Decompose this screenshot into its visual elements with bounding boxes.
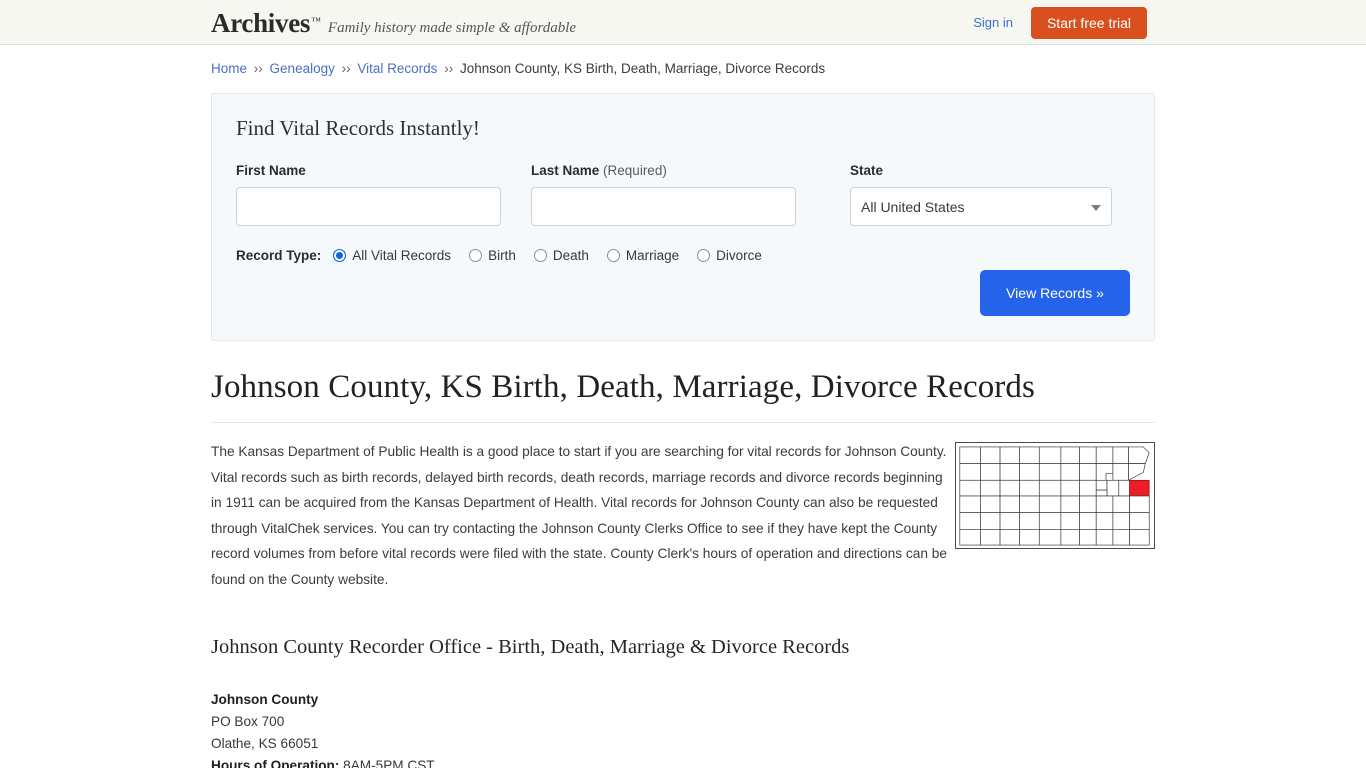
radio-divorce[interactable]: Divorce bbox=[697, 248, 762, 263]
breadcrumb-current-page: Johnson County, KS Birth, Death, Marriag… bbox=[459, 61, 826, 76]
record-type-label: Record Type: bbox=[236, 248, 322, 263]
sign-in-link[interactable]: Sign in bbox=[973, 15, 1013, 30]
radio-label-divorce: Divorce bbox=[716, 248, 762, 263]
search-panel-title: Find Vital Records Instantly! bbox=[236, 116, 480, 140]
brand-logo: Archives bbox=[211, 8, 311, 38]
breadcrumb-item-vital-records[interactable]: Vital Records bbox=[357, 61, 437, 76]
recorder-office-address: Johnson County PO Box 700 Olathe, KS 660… bbox=[211, 689, 1155, 768]
breadcrumb-separator: ›› bbox=[341, 61, 351, 76]
radio-all-vital-records[interactable]: All Vital Records bbox=[333, 248, 451, 263]
radio-button-icon[interactable] bbox=[533, 249, 547, 262]
radio-button-icon[interactable] bbox=[469, 249, 483, 262]
radio-marriage[interactable]: Marriage bbox=[606, 248, 680, 263]
breadcrumb-separator: ›› bbox=[444, 61, 454, 76]
hours-of-operation-label: Hours of Operation: bbox=[211, 758, 340, 768]
last-name-label: Last Name (Required) bbox=[531, 163, 796, 178]
state-select[interactable]: All United States bbox=[850, 187, 1112, 226]
article-body: The Kansas Department of Public Health i… bbox=[211, 439, 1155, 592]
first-name-input[interactable] bbox=[236, 187, 501, 226]
page-title: Johnson County, KS Birth, Death, Marriag… bbox=[211, 369, 1155, 423]
radio-button-icon[interactable] bbox=[697, 249, 711, 262]
state-select-wrapper: All United States bbox=[850, 187, 1112, 226]
start-free-trial-button[interactable]: Start free trial bbox=[1030, 6, 1147, 39]
address-county-name: Johnson County bbox=[211, 692, 319, 707]
address-line-1: PO Box 700 bbox=[211, 714, 285, 729]
radio-button-icon[interactable] bbox=[333, 249, 347, 262]
breadcrumb: Home ›› Genealogy ›› Vital Records ›› Jo… bbox=[211, 45, 1155, 76]
first-name-field-group: First Name bbox=[236, 163, 501, 226]
vital-records-search-panel: Find Vital Records Instantly! First Name… bbox=[211, 93, 1155, 341]
kansas-county-map bbox=[955, 442, 1155, 549]
radio-label-birth: Birth bbox=[488, 248, 516, 263]
breadcrumb-separator: ›› bbox=[253, 61, 263, 76]
radio-label-marriage: Marriage bbox=[625, 248, 680, 263]
radio-birth[interactable]: Birth bbox=[469, 248, 516, 263]
site-header: Archives ™ Family history made simple & … bbox=[0, 0, 1366, 45]
brand-tagline: Family history made simple & affordable bbox=[327, 20, 577, 36]
radio-label-death: Death bbox=[552, 248, 589, 263]
address-line-2: Olathe, KS 66051 bbox=[211, 736, 319, 751]
kansas-map-svg bbox=[959, 446, 1150, 546]
last-name-required-note: (Required) bbox=[603, 163, 667, 178]
article-paragraph: The Kansas Department of Public Health i… bbox=[211, 444, 948, 587]
johnson-county-highlight bbox=[1129, 479, 1150, 497]
breadcrumb-item-home[interactable]: Home bbox=[211, 61, 247, 76]
search-fields-row: First Name Last Name (Required) State Al… bbox=[236, 163, 1130, 226]
radio-label-all-vital-records: All Vital Records bbox=[352, 248, 452, 263]
hours-of-operation-value: 8AM-5PM CST bbox=[343, 758, 435, 768]
last-name-input[interactable] bbox=[531, 187, 796, 226]
header-actions: Sign in Start free trial bbox=[973, 0, 1147, 45]
breadcrumb-item-genealogy[interactable]: Genealogy bbox=[270, 61, 335, 76]
state-field-group: State All United States bbox=[850, 163, 1112, 226]
trademark-symbol: ™ bbox=[311, 16, 321, 27]
last-name-label-text: Last Name bbox=[531, 163, 600, 178]
radio-button-icon[interactable] bbox=[606, 249, 620, 262]
last-name-field-group: Last Name (Required) bbox=[531, 163, 796, 226]
radio-death[interactable]: Death bbox=[533, 248, 589, 263]
brand[interactable]: Archives ™ Family history made simple & … bbox=[211, 8, 576, 39]
view-records-button[interactable]: View Records » bbox=[980, 270, 1130, 316]
record-type-row: Record Type: All Vital Records Birth Dea… bbox=[236, 248, 1130, 263]
state-label: State bbox=[850, 163, 884, 178]
first-name-label: First Name bbox=[236, 163, 306, 178]
recorder-office-section-title: Johnson County Recorder Office - Birth, … bbox=[211, 636, 850, 658]
address-hours: Hours of Operation: 8AM-5PM CST bbox=[211, 755, 1155, 768]
